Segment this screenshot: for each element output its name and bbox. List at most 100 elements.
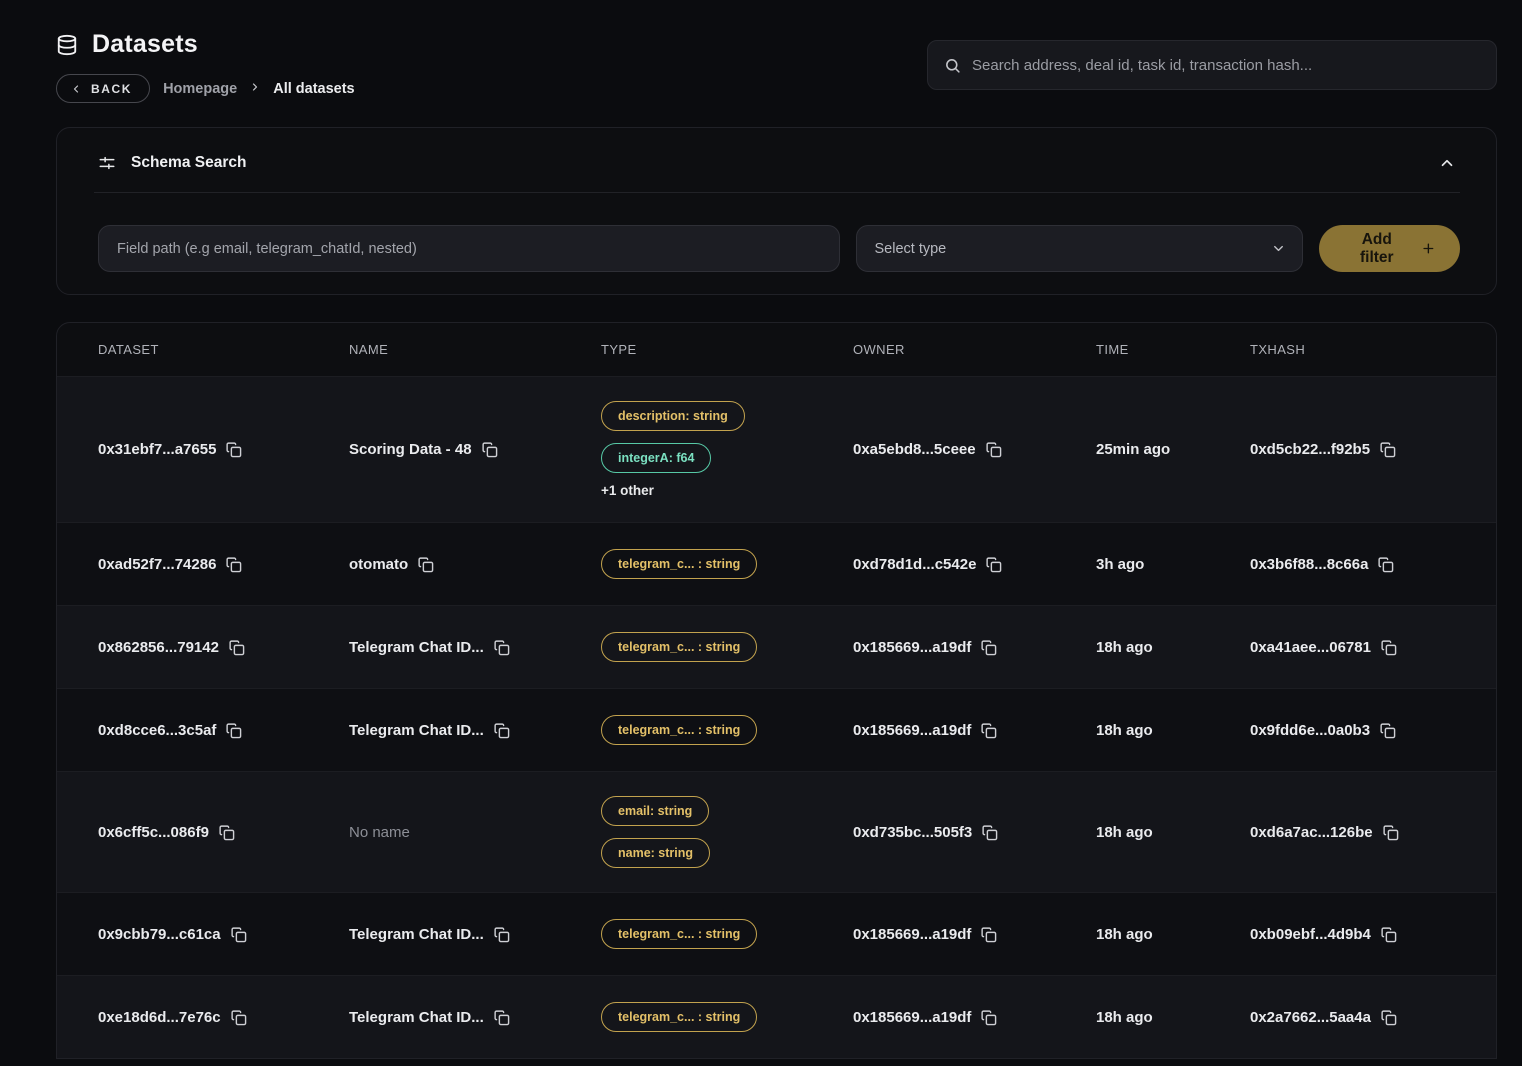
copy-button[interactable]: [218, 824, 235, 841]
breadcrumb-separator: [249, 81, 261, 97]
owner-cell: 0xd735bc...505f3: [853, 824, 1096, 841]
dataset-cell: 0xe18d6d...7e76c: [98, 1009, 349, 1026]
chevron-down-icon: [1271, 241, 1286, 256]
owner-cell-text: 0x185669...a19df: [853, 722, 971, 739]
add-filter-button[interactable]: Add filter: [1319, 225, 1460, 272]
copy-button[interactable]: [980, 1009, 997, 1026]
back-label: BACK: [91, 82, 132, 96]
chevron-up-icon: [1438, 154, 1456, 172]
copy-button[interactable]: [1379, 441, 1396, 458]
type-cell: telegram_c... : string: [601, 1002, 853, 1032]
dataset-cell: 0xad52f7...74286: [98, 556, 349, 573]
copy-icon: [980, 639, 997, 656]
txhash-cell-text: 0xb09ebf...4d9b4: [1250, 926, 1371, 943]
type-cell: telegram_c... : string: [601, 632, 853, 662]
copy-button[interactable]: [493, 926, 510, 943]
copy-button[interactable]: [1380, 639, 1397, 656]
copy-icon: [1380, 1009, 1397, 1026]
dataset-cell-text: 0x862856...79142: [98, 639, 219, 656]
type-select[interactable]: Select type: [856, 225, 1304, 272]
time-cell: 3h ago: [1096, 556, 1250, 573]
copy-button[interactable]: [980, 639, 997, 656]
name-cell: Telegram Chat ID...: [349, 639, 601, 656]
copy-icon: [980, 722, 997, 739]
copy-button[interactable]: [1380, 1009, 1397, 1026]
copy-icon: [417, 556, 434, 573]
page: Datasets BACK Homepage All datasets: [0, 0, 1522, 1059]
copy-button[interactable]: [985, 556, 1002, 573]
owner-cell-text: 0xd735bc...505f3: [853, 824, 972, 841]
more-types-label: +1 other: [601, 483, 654, 498]
table-row[interactable]: 0x31ebf7...a7655Scoring Data - 48descrip…: [57, 376, 1496, 522]
name-cell: otomato: [349, 556, 601, 573]
copy-icon: [1377, 556, 1394, 573]
table-row[interactable]: 0xe18d6d...7e76cTelegram Chat ID...teleg…: [57, 975, 1496, 1058]
copy-icon: [481, 441, 498, 458]
copy-button[interactable]: [225, 556, 242, 573]
table-row[interactable]: 0x862856...79142 Telegram Chat ID... teleg…: [57, 605, 1496, 688]
copy-button[interactable]: [228, 639, 245, 656]
collapse-button[interactable]: [1438, 154, 1456, 172]
type-badge: telegram_c... : string: [601, 549, 757, 579]
copy-button[interactable]: [1382, 824, 1399, 841]
copy-button[interactable]: [481, 441, 498, 458]
copy-icon: [985, 441, 1002, 458]
copy-button[interactable]: [230, 926, 247, 943]
txhash-cell: 0xd5cb22...f92b5: [1250, 441, 1472, 458]
copy-button[interactable]: [493, 722, 510, 739]
copy-button[interactable]: [417, 556, 434, 573]
txhash-cell-text: 0x3b6f88...8c66a: [1250, 556, 1368, 573]
owner-cell-text: 0xa5ebd8...5ceee: [853, 441, 976, 458]
top-bar: Datasets BACK Homepage All datasets: [56, 30, 1497, 103]
txhash-cell: 0x3b6f88...8c66a: [1250, 556, 1472, 573]
copy-button[interactable]: [493, 1009, 510, 1026]
copy-icon: [225, 441, 242, 458]
type-badge: telegram_c... : string: [601, 632, 757, 662]
name-cell-text: Telegram Chat ID...: [349, 639, 484, 656]
table-row[interactable]: 0x9cbb79...c61caTelegram Chat ID...teleg…: [57, 892, 1496, 975]
copy-button[interactable]: [225, 722, 242, 739]
table-row[interactable]: 0xad52f7...74286otomatotelegram_c... : s…: [57, 522, 1496, 605]
time-cell-text: 18h ago: [1096, 639, 1153, 656]
copy-button[interactable]: [985, 441, 1002, 458]
column-header-type: TYPE: [601, 342, 853, 357]
copy-button[interactable]: [225, 441, 242, 458]
copy-button[interactable]: [980, 722, 997, 739]
plus-icon: [1421, 241, 1436, 256]
copy-icon: [1382, 824, 1399, 841]
copy-button[interactable]: [1377, 556, 1394, 573]
copy-icon: [218, 824, 235, 841]
copy-button[interactable]: [493, 639, 510, 656]
global-search[interactable]: [927, 40, 1497, 90]
dataset-cell: 0xd8cce6...3c5af: [98, 722, 349, 739]
copy-button[interactable]: [230, 1009, 247, 1026]
owner-cell-text: 0xd78d1d...c542e: [853, 556, 976, 573]
table-row[interactable]: 0x6cff5c...086f9No nameemail: stringname…: [57, 771, 1496, 892]
search-input[interactable]: [972, 57, 1480, 74]
copy-icon: [225, 556, 242, 573]
breadcrumb-home[interactable]: Homepage: [163, 81, 237, 97]
breadcrumb-current: All datasets: [273, 81, 354, 97]
copy-button[interactable]: [1379, 722, 1396, 739]
txhash-cell: 0xa41aee...06781: [1250, 639, 1472, 656]
type-select-value: Select type: [875, 241, 947, 257]
dataset-cell: 0x31ebf7...a7655: [98, 441, 349, 458]
copy-button[interactable]: [1380, 926, 1397, 943]
copy-icon: [1380, 926, 1397, 943]
dataset-cell-text: 0x31ebf7...a7655: [98, 441, 216, 458]
header-left: Datasets BACK Homepage All datasets: [56, 30, 355, 103]
table-row[interactable]: 0xd8cce6...3c5afTelegram Chat ID...teleg…: [57, 688, 1496, 771]
time-cell: 18h ago: [1096, 1009, 1250, 1026]
dataset-cell-text: 0xd8cce6...3c5af: [98, 722, 216, 739]
time-cell-text: 18h ago: [1096, 824, 1153, 841]
copy-icon: [981, 824, 998, 841]
name-cell: Telegram Chat ID...: [349, 722, 601, 739]
column-header-owner: OWNER: [853, 342, 1096, 357]
copy-button[interactable]: [980, 926, 997, 943]
copy-button[interactable]: [981, 824, 998, 841]
dataset-cell: 0x9cbb79...c61ca: [98, 926, 349, 943]
field-path-input[interactable]: [98, 225, 840, 272]
back-button[interactable]: BACK: [56, 74, 150, 103]
copy-icon: [1379, 722, 1396, 739]
type-cell: description: stringintegerA: f64+1 other: [601, 401, 853, 498]
